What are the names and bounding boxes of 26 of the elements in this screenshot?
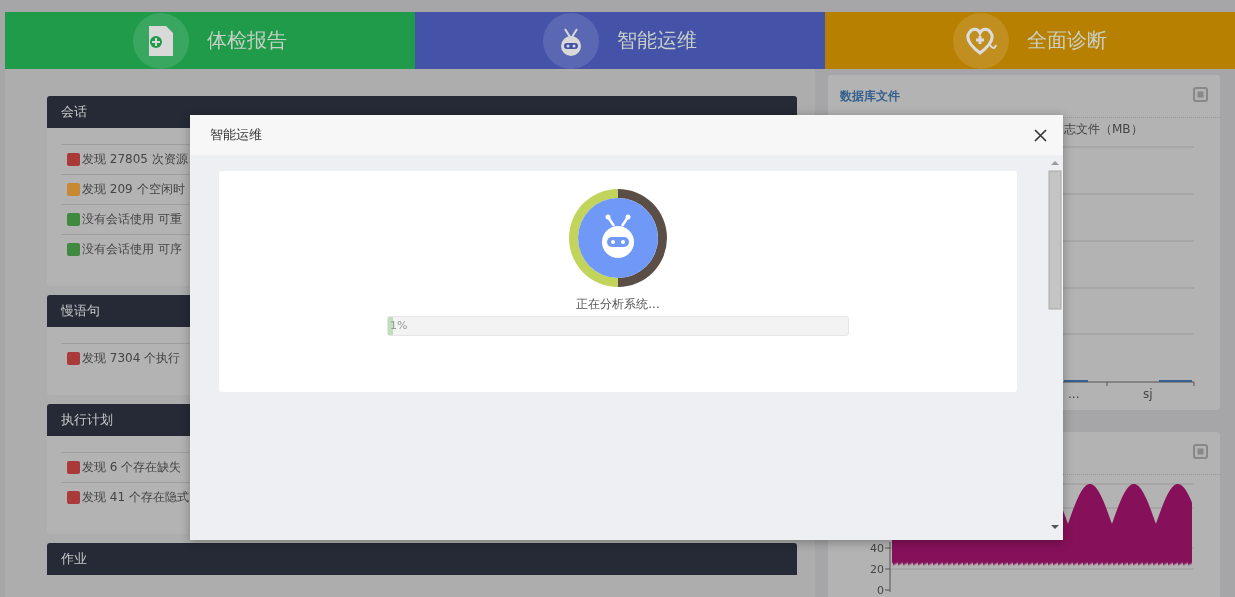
modal-title: 智能运维	[210, 126, 262, 144]
maximize-icon[interactable]	[1193, 86, 1208, 102]
card-header: 作业	[47, 543, 797, 575]
y-axis	[884, 541, 891, 593]
status-text: 正在分析系统...	[576, 296, 660, 313]
finding-text: 发现 6 个存在缺失	[82, 459, 182, 476]
finding-text: 发现 41 个存在隐式	[82, 489, 189, 506]
close-icon	[1034, 128, 1047, 142]
maximize-icon[interactable]	[1193, 443, 1208, 459]
finding-text: 没有会话使用 可序	[82, 241, 182, 258]
finding-text: 发现 27805 次资源	[82, 151, 188, 168]
finding-text: 发现 7304 个执行	[82, 350, 181, 367]
nav-tab[interactable]: 全面诊断	[825, 12, 1235, 69]
close-button[interactable]	[1034, 128, 1047, 142]
document-plus-icon	[147, 23, 175, 58]
nav-tab[interactable]: 体检报告	[5, 12, 415, 69]
axis-label: sj	[1143, 387, 1153, 401]
axis-tick-label: 20	[870, 563, 884, 576]
nav-tab[interactable]: 智能运维	[415, 12, 825, 69]
panel-title: 数据库文件	[840, 87, 900, 105]
finding-text: 发现 209 个空闲时	[82, 181, 185, 198]
legend-label: 志文件（MB）	[1064, 121, 1143, 138]
axis-tick-label: 40	[870, 542, 884, 555]
finding-text: 没有会话使用 可重	[82, 211, 182, 228]
axis-tick-label: 0	[876, 584, 884, 597]
axis-label: ...	[1068, 387, 1080, 401]
